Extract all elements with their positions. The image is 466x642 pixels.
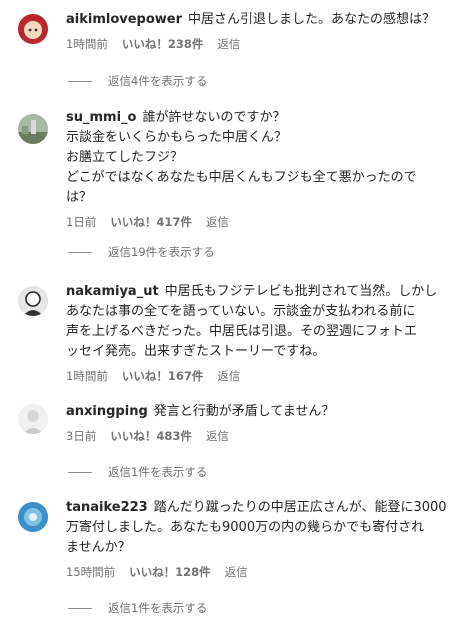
sketch-portrait-avatar-icon[interactable]: [18, 286, 48, 316]
reply-button[interactable]: 返信: [206, 215, 229, 229]
blue-photo-avatar-icon[interactable]: [18, 502, 48, 532]
anime-character-avatar-icon[interactable]: [18, 14, 48, 44]
divider-line: [68, 252, 92, 253]
likes-count[interactable]: いいね！483件: [110, 429, 192, 443]
username[interactable]: nakamiya_ut: [66, 284, 159, 299]
divider-line: [68, 472, 92, 473]
timestamp: 1日前: [66, 215, 97, 229]
comment-text: aikimlovepower 中居さん引退しました。あなたの感想は？: [66, 12, 436, 27]
comment-meta: 3日前 いいね！483件 返信: [66, 428, 450, 444]
likes-count[interactable]: いいね！128件: [129, 565, 211, 579]
comment-text: nakamiya_ut 中居氏もフジテレビも批判されて当然。しかし あなたは事の全て…: [66, 284, 438, 359]
comment-meta: 1日前 いいね！417件 返信: [66, 214, 450, 230]
light-photo-avatar-icon[interactable]: [18, 404, 48, 434]
username[interactable]: su_mmi_o: [66, 110, 136, 125]
comment-text: anxingping 発言と行動が矛盾してません？: [66, 404, 335, 419]
reply-button[interactable]: 返信: [225, 565, 248, 579]
timestamp: 1時間前: [66, 369, 108, 383]
comment-meta: 1時間前 いいね！238件 返信: [66, 36, 450, 52]
likes-count[interactable]: いいね！167件: [122, 369, 204, 383]
username[interactable]: aikimlovepower: [66, 12, 182, 27]
divider-line: [68, 608, 92, 609]
likes-count[interactable]: いいね！238件: [122, 37, 204, 51]
likes-count[interactable]: いいね！417件: [110, 215, 192, 229]
comment-meta: 1時間前 いいね！167件 返信: [66, 368, 450, 384]
reply-button[interactable]: 返信: [206, 429, 229, 443]
view-replies-button[interactable]: 返信1件を表示する: [68, 464, 207, 480]
timestamp: 15時間前: [66, 565, 116, 579]
landscape-photo-avatar-icon[interactable]: [18, 114, 48, 144]
divider-line: [68, 81, 92, 82]
username[interactable]: tanaike223: [66, 500, 148, 515]
username[interactable]: anxingping: [66, 404, 148, 419]
view-replies-button[interactable]: 返信4件を表示する: [68, 73, 207, 89]
reply-button[interactable]: 返信: [217, 369, 240, 383]
comment-meta: 15時間前 いいね！128件 返信: [66, 564, 450, 580]
timestamp: 1時間前: [66, 37, 108, 51]
comment-text: su_mmi_o 誰が許せないのですか？ 示談金をいくらかもらった中居くん？ お膳立て…: [66, 110, 417, 205]
reply-button[interactable]: 返信: [217, 37, 240, 51]
comment-text: tanaike223 踏んだり蹴ったりの中居正広さんが、能登に3000 万寄付しまし…: [66, 500, 447, 555]
view-replies-button[interactable]: 返信1件を表示する: [68, 600, 207, 616]
view-replies-button[interactable]: 返信19件を表示する: [68, 244, 215, 260]
timestamp: 3日前: [66, 429, 97, 443]
